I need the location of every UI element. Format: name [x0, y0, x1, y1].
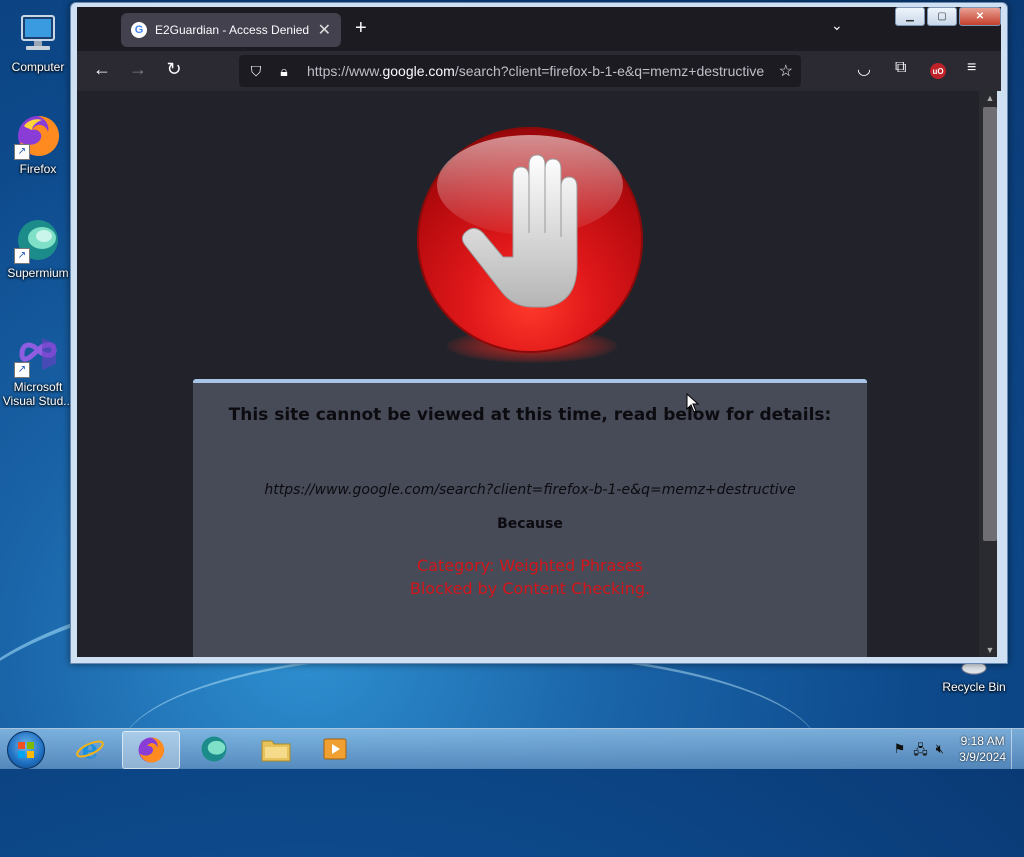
taskbar-internet-explorer[interactable]: e [62, 731, 118, 767]
url-path: /search?client=firefox-b-1-e&q=memz+dest… [454, 63, 765, 79]
url-bar[interactable]: ⛉ 🔒︎ https://www.google.com/search?clien… [239, 55, 801, 87]
clock-date: 3/9/2024 [959, 750, 1006, 764]
page-content: This site cannot be viewed at this time,… [77, 91, 997, 657]
hamburger-menu-icon[interactable]: ≡ [967, 59, 976, 77]
desktop-icon-recycle-bin[interactable]: Recycle Bin [938, 660, 1010, 694]
access-denied-panel: This site cannot be viewed at this time,… [193, 379, 867, 657]
because-label: Because [497, 516, 563, 532]
scroll-down-icon[interactable]: ▼ [983, 645, 997, 655]
taskbar-firefox[interactable] [122, 731, 180, 769]
tab-e2guardian[interactable]: G E2Guardian - Access Denied ✕ [121, 13, 341, 47]
shortcut-arrow-icon: ↗ [14, 362, 30, 378]
scrollbar-thumb[interactable] [983, 107, 997, 541]
desktop-icon-visual-studio[interactable]: ↗ Microsoft Visual Stud... [2, 330, 74, 408]
vertical-scrollbar[interactable]: ▲ ▼ [979, 91, 997, 657]
system-tray: ⚑ 🖧︎ 🔇︎ [894, 741, 944, 763]
volume-muted-icon[interactable]: 🔇︎ [936, 741, 944, 763]
media-player-icon [323, 738, 347, 760]
block-method: Blocked by Content Checking. [409, 579, 651, 598]
shortcut-arrow-icon: ↗ [14, 144, 30, 160]
network-icon[interactable]: 🖧︎ [913, 741, 928, 763]
supermium-icon [201, 736, 227, 762]
new-tab-button[interactable]: + [355, 17, 367, 40]
ublock-origin-icon[interactable]: uO [930, 63, 946, 79]
desktop-icon-supermium[interactable]: ↗ Supermium [2, 216, 74, 280]
scroll-up-icon[interactable]: ▲ [983, 93, 997, 103]
visual-studio-icon: ↗ [14, 330, 62, 378]
desktop-icon-label: Recycle Bin [942, 680, 1006, 694]
taskbar-file-explorer[interactable] [248, 731, 304, 767]
close-window-button[interactable]: ✕ [959, 7, 1001, 26]
svg-text:e: e [82, 735, 99, 764]
minimize-button[interactable]: ▁ [895, 7, 925, 26]
stop-hand-icon [417, 127, 643, 353]
navigation-toolbar: ← → ↻ ⛉ 🔒︎ https://www.google.com/search… [77, 51, 1001, 91]
window-controls: ▁ ▢ ✕ [895, 7, 1001, 26]
taskbar-supermium[interactable] [186, 731, 242, 767]
block-category: Category: Weighted Phrases [417, 556, 643, 575]
block-reason: Category: Weighted Phrases Blocked by Co… [193, 554, 867, 600]
maximize-button[interactable]: ▢ [927, 7, 957, 26]
start-button[interactable] [7, 731, 45, 769]
taskbar-media-player[interactable] [308, 731, 364, 767]
url-text[interactable]: https://www.google.com/search?client=fir… [307, 63, 764, 79]
action-center-flag-icon[interactable]: ⚑ [894, 741, 906, 763]
hand-glyph [461, 154, 578, 308]
show-desktop-button[interactable] [1011, 729, 1024, 769]
supermium-icon: ↗ [14, 216, 62, 264]
desktop-icon-label: Firefox [19, 162, 57, 176]
forward-arrow-icon[interactable]: → [126, 59, 150, 80]
tab-title: E2Guardian - Access Denied [155, 23, 310, 37]
firefox-icon: ↗ [14, 112, 62, 160]
extensions-puzzle-icon[interactable]: ⧉ [895, 59, 906, 77]
taskbar: e ⚑ 🖧︎ 🔇︎ 9:18 AM 3/9/2024 [0, 728, 1024, 769]
list-all-tabs-chevron-down-icon[interactable]: ⌄ [831, 17, 843, 34]
mouse-cursor-icon [686, 393, 700, 413]
system-clock[interactable]: 9:18 AM 3/9/2024 [959, 733, 1006, 765]
back-arrow-icon[interactable]: ← [90, 59, 114, 80]
desktop-icon-label: Computer [11, 60, 65, 74]
desktop-icon-firefox[interactable]: ↗ Firefox [2, 112, 74, 176]
pocket-icon[interactable]: ◡ [857, 59, 871, 79]
windows-logo-icon [18, 742, 34, 758]
desktop-icon-label: Supermium [7, 266, 69, 280]
desktop-icon-label: Microsoft Visual Stud... [2, 380, 74, 408]
browser-window: ▁ ▢ ✕ G E2Guardian - Access Denied ✕ + ⌄… [70, 2, 1008, 664]
file-explorer-icon [261, 740, 291, 762]
computer-icon [14, 10, 62, 58]
page-title: This site cannot be viewed at this time,… [228, 405, 832, 425]
desktop-icon-computer[interactable]: Computer [2, 10, 74, 74]
close-tab-icon[interactable]: ✕ [318, 20, 331, 40]
url-host: google.com [382, 63, 455, 79]
blocked-url: https://www.google.com/search?client=fir… [264, 482, 796, 498]
reload-icon[interactable]: ↻ [162, 59, 186, 80]
url-prefix: https://www. [307, 63, 383, 79]
lock-icon[interactable]: 🔒︎ [273, 63, 295, 80]
google-favicon-icon: G [131, 22, 147, 38]
shortcut-arrow-icon: ↗ [14, 248, 30, 264]
tracking-protection-shield-icon[interactable]: ⛉ [245, 63, 267, 80]
firefox-icon [138, 737, 165, 763]
clock-time: 9:18 AM [960, 734, 1005, 748]
internet-explorer-icon: e [76, 735, 104, 764]
bookmark-star-icon[interactable]: ☆ [779, 61, 793, 81]
